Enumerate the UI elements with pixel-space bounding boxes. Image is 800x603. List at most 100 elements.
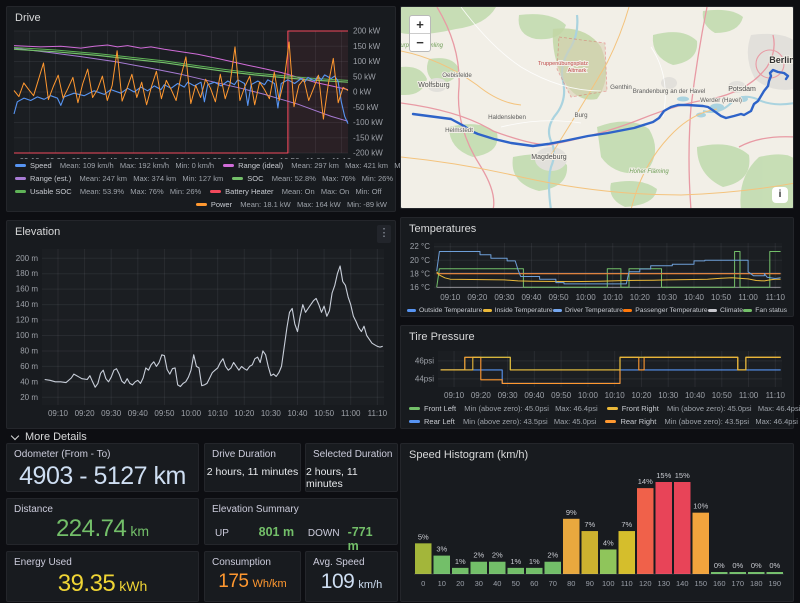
legend-item[interactable]: Climate xyxy=(708,307,743,314)
panel-title-temperatures[interactable]: Temperatures xyxy=(401,218,793,238)
stat-title-avg-speed: Avg. Speed xyxy=(306,552,397,568)
legend-color-dash xyxy=(409,420,420,423)
legend-item[interactable]: Outside Temperature xyxy=(407,307,482,314)
legend-item[interactable]: Passenger Temperature xyxy=(623,307,707,314)
panel-temperatures: Temperatures 09:1009:2009:3009:4009:5010… xyxy=(400,217,794,317)
panel-consumption: Consumption 175 Wh/km xyxy=(204,551,301,602)
temperatures-chart[interactable]: 09:1009:2009:3009:4009:5010:0010:1010:20… xyxy=(406,238,788,304)
svg-text:Potsdam: Potsdam xyxy=(728,86,756,93)
legend-color-dash xyxy=(210,190,221,193)
svg-text:70: 70 xyxy=(549,579,557,588)
panel-title-drive[interactable]: Drive xyxy=(7,7,395,27)
svg-text:-150 kW: -150 kW xyxy=(353,133,383,142)
elevation-chart[interactable]: 09:1009:2009:3009:4009:5010:0010:1010:20… xyxy=(12,241,390,427)
stat-title-drive-duration: Drive Duration xyxy=(205,444,300,460)
svg-text:15%: 15% xyxy=(656,471,671,480)
svg-text:10:20: 10:20 xyxy=(202,157,223,159)
legend-item[interactable]: Power Mean: 18.1 kW Max: 164 kW Min: -89… xyxy=(196,200,387,209)
panel-odometer: Odometer (From - To) 4903 - 5127 km xyxy=(6,443,199,492)
stat-title-consumption: Consumption xyxy=(205,552,300,568)
svg-text:Burg: Burg xyxy=(574,112,588,119)
consumption-value: 175 xyxy=(218,571,248,593)
legend-color-dash xyxy=(407,309,416,312)
zoom-in-button[interactable]: + xyxy=(410,16,430,34)
svg-text:09:40: 09:40 xyxy=(98,157,119,159)
legend-color-dash xyxy=(483,309,492,312)
svg-text:-50 kW: -50 kW xyxy=(353,103,379,112)
svg-text:140 m: 140 m xyxy=(16,300,39,309)
svg-text:2%: 2% xyxy=(547,551,558,560)
svg-text:2%: 2% xyxy=(492,551,503,560)
svg-text:11:10: 11:10 xyxy=(766,293,786,302)
route-map[interactable]: WolfsburgOebisfeldeHelmstedtHaldensleben… xyxy=(401,7,794,209)
elevation-up-value: 801 m xyxy=(259,525,294,539)
panel-title-speed-histogram[interactable]: Speed Histogram (km/h) xyxy=(401,444,793,464)
legend-item[interactable]: SOC Mean: 52.8% Max: 76% Min: 26% xyxy=(232,174,393,183)
svg-text:18 °C: 18 °C xyxy=(410,269,430,278)
svg-text:09:50: 09:50 xyxy=(124,157,145,159)
legend-item[interactable]: Battery Heater Mean: On Max: On Min: Off xyxy=(210,187,381,196)
panel-selected-duration: Selected Duration 2 hours, 11 minutes xyxy=(305,443,398,492)
legend-item[interactable]: Rear Right Min (above zero): 43.5psi Max… xyxy=(605,417,797,426)
kebab-menu-icon[interactable]: ⋮ xyxy=(377,225,391,243)
drive-chart[interactable]: 09:1009:2009:3009:4009:5010:0010:1010:20… xyxy=(12,27,390,159)
svg-text:Genthin: Genthin xyxy=(610,84,632,91)
svg-text:10:40: 10:40 xyxy=(684,293,705,302)
avg-speed-unit: km/h xyxy=(358,579,382,591)
map-attribution-icon[interactable]: i xyxy=(772,187,788,203)
svg-text:10:20: 10:20 xyxy=(630,293,651,302)
tire-pressure-legend: Front Left Min (above zero): 45.0psi Max… xyxy=(401,402,793,428)
svg-text:0: 0 xyxy=(421,579,425,588)
svg-text:11:00: 11:00 xyxy=(341,409,361,418)
more-details-row-header[interactable]: More Details xyxy=(6,430,794,444)
svg-text:10:30: 10:30 xyxy=(228,157,249,159)
chevron-down-icon xyxy=(11,431,19,439)
panel-title-elevation[interactable]: Elevation xyxy=(7,221,395,241)
svg-text:Werder (Havel): Werder (Havel) xyxy=(700,97,742,104)
tire-pressure-chart[interactable]: 09:1009:2009:3009:4009:5010:0010:1010:20… xyxy=(406,346,788,402)
svg-text:09:20: 09:20 xyxy=(75,409,96,418)
svg-text:Oebisfelde: Oebisfelde xyxy=(442,72,472,79)
svg-text:09:20: 09:20 xyxy=(471,391,492,400)
legend-item[interactable]: Front Right Min (above zero): 45.0psi Ma… xyxy=(607,404,800,413)
svg-text:Haldensleben: Haldensleben xyxy=(488,114,526,121)
legend-item[interactable]: Speed Mean: 109 km/h Max: 192 km/h Min: … xyxy=(15,161,214,170)
legend-item[interactable]: Fan status xyxy=(743,307,787,314)
svg-text:10:40: 10:40 xyxy=(685,391,706,400)
svg-text:170: 170 xyxy=(731,579,744,588)
legend-color-dash xyxy=(15,190,26,193)
svg-text:10:00: 10:00 xyxy=(181,409,202,418)
svg-text:7%: 7% xyxy=(584,520,595,529)
svg-text:10:00: 10:00 xyxy=(578,391,599,400)
legend-color-dash xyxy=(623,309,632,312)
legend-item[interactable]: Front Left Min (above zero): 45.0psi Max… xyxy=(409,404,598,413)
svg-text:4%: 4% xyxy=(603,538,614,547)
svg-text:0%: 0% xyxy=(769,561,780,570)
legend-item[interactable]: Inside Temperature xyxy=(483,307,553,314)
legend-color-dash xyxy=(232,177,243,180)
legend-item[interactable]: Driver Temperature xyxy=(553,307,623,314)
temperatures-legend: Outside TemperatureInside TemperatureDri… xyxy=(401,304,793,316)
svg-text:10:50: 10:50 xyxy=(280,157,301,159)
legend-color-dash xyxy=(223,164,234,167)
svg-text:Magdeburg: Magdeburg xyxy=(531,154,567,161)
legend-item[interactable]: Usable SOC Mean: 53.9% Max: 76% Min: 26% xyxy=(15,187,201,196)
svg-text:09:10: 09:10 xyxy=(440,293,461,302)
svg-text:80 m: 80 m xyxy=(20,346,38,355)
speed-histogram-chart[interactable]: 5%03%101%202%302%401%501%602%709%807%904… xyxy=(406,464,788,597)
elevation-up-label: UP xyxy=(215,528,229,539)
svg-text:44psi: 44psi xyxy=(415,374,434,383)
svg-text:20: 20 xyxy=(456,579,464,588)
svg-text:09:10: 09:10 xyxy=(444,391,465,400)
svg-text:10:10: 10:10 xyxy=(176,157,197,159)
stat-title-selected-duration: Selected Duration xyxy=(306,444,397,460)
legend-item[interactable]: Range (est.) Mean: 247 km Max: 374 km Mi… xyxy=(15,174,223,183)
svg-text:10:30: 10:30 xyxy=(657,293,678,302)
svg-text:10%: 10% xyxy=(693,502,708,511)
panel-title-tire-pressure[interactable]: Tire Pressure xyxy=(401,326,793,346)
svg-text:11:00: 11:00 xyxy=(306,157,326,159)
legend-item[interactable]: Rear Left Min (above zero): 43.5psi Max:… xyxy=(409,417,596,426)
zoom-out-button[interactable]: − xyxy=(410,34,430,51)
legend-color-dash xyxy=(409,407,420,410)
svg-text:7%: 7% xyxy=(621,520,632,529)
